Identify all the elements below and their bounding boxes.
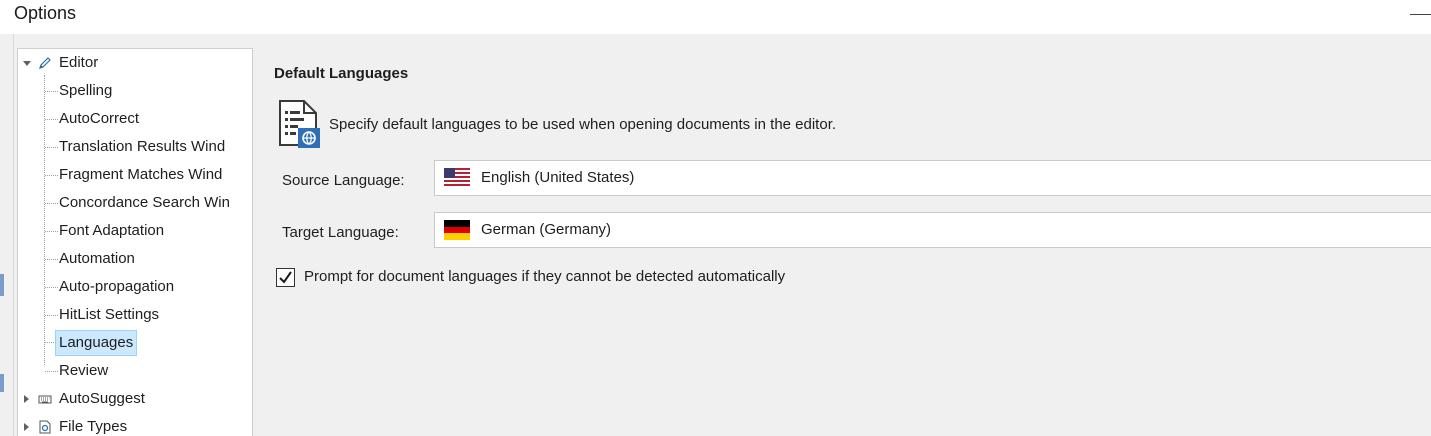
tree-item-label: AutoCorrect — [59, 110, 140, 127]
tree-item-label: Translation Results Wind — [59, 138, 226, 155]
tree-connector — [45, 371, 58, 372]
tree-item-autocorrect[interactable]: AutoCorrect — [18, 107, 252, 131]
pencil-icon — [39, 57, 51, 69]
tree-item-translation-results[interactable]: Translation Results Wind — [18, 135, 252, 159]
target-language-label: Target Language: — [282, 224, 399, 241]
tree-item-editor[interactable]: Editor — [18, 51, 252, 75]
target-language-dropdown[interactable]: German (Germany) — [434, 212, 1431, 248]
source-language-label: Source Language: — [282, 172, 405, 189]
tree-item-label: Review — [59, 362, 109, 379]
expand-arrow-icon[interactable] — [24, 395, 29, 403]
tree-item-autosuggest[interactable]: AutoSuggest — [18, 387, 252, 411]
tree-item-fragment-matches[interactable]: Fragment Matches Wind — [18, 163, 252, 187]
de-flag-icon — [444, 220, 470, 240]
title-bar: Options — [0, 0, 1431, 34]
tree-connector — [45, 91, 58, 92]
document-language-icon — [279, 100, 320, 148]
minimize-button[interactable] — [1410, 14, 1431, 15]
tree-item-review[interactable]: Review — [18, 359, 252, 383]
tree-connector — [45, 119, 58, 120]
prompt-languages-checkbox[interactable] — [276, 268, 295, 287]
window-title: Options — [14, 3, 77, 23]
tree-item-label: Automation — [59, 250, 135, 267]
tree-item-file-types[interactable]: File Types — [18, 415, 252, 436]
tree-item-concordance-search[interactable]: Concordance Search Win — [18, 191, 252, 215]
tree-item-label: HitList Settings — [59, 306, 160, 323]
us-flag-icon — [444, 168, 470, 188]
tree-item-auto-propagation[interactable]: Auto-propagation — [18, 275, 252, 299]
tree-connector — [45, 287, 58, 288]
collapse-arrow-icon[interactable] — [23, 61, 31, 66]
source-language-dropdown[interactable]: English (United States) — [434, 160, 1431, 196]
tree-item-automation[interactable]: Automation — [18, 247, 252, 271]
tree-item-label: Spelling — [59, 82, 113, 99]
tree-connector — [45, 231, 58, 232]
keyboard-icon — [38, 395, 52, 404]
tree-item-label: Auto-propagation — [59, 278, 175, 295]
background-window-edge — [0, 34, 14, 436]
tree-item-spelling[interactable]: Spelling — [18, 79, 252, 103]
tree-item-label: Languages — [59, 334, 134, 351]
tree-item-label: Font Adaptation — [59, 222, 165, 239]
tree-connector — [45, 147, 58, 148]
tree-item-label: File Types — [59, 418, 128, 435]
source-language-value: English (United States) — [481, 169, 635, 186]
edge-mark — [0, 274, 4, 296]
description-text: Specify default languages to be used whe… — [329, 116, 837, 133]
section-heading: Default Languages — [274, 65, 409, 82]
tree-item-label: Concordance Search Win — [59, 194, 230, 211]
target-language-value: German (Germany) — [481, 221, 612, 238]
tree-item-label: Fragment Matches Wind — [59, 166, 223, 183]
edge-mark — [0, 374, 4, 392]
file-types-icon — [39, 420, 51, 434]
expand-arrow-icon[interactable] — [24, 423, 29, 431]
tree-connector — [45, 175, 58, 176]
selection-highlight: Languages — [55, 330, 138, 356]
tree-item-languages[interactable]: Languages — [18, 330, 252, 356]
tree-item-font-adaptation[interactable]: Font Adaptation — [18, 219, 252, 243]
tree-item-hitlist-settings[interactable]: HitList Settings — [18, 303, 252, 327]
tree-connector — [45, 315, 58, 316]
tree-connector — [45, 259, 58, 260]
tree-connector — [45, 203, 58, 204]
tree-item-label: Editor — [59, 54, 99, 71]
tree-item-label: AutoSuggest — [59, 390, 145, 407]
options-tree[interactable]: Editor Spelling AutoCorrect Translation … — [17, 48, 253, 436]
checkmark-icon — [279, 271, 292, 284]
prompt-languages-label[interactable]: Prompt for document languages if they ca… — [304, 268, 785, 285]
